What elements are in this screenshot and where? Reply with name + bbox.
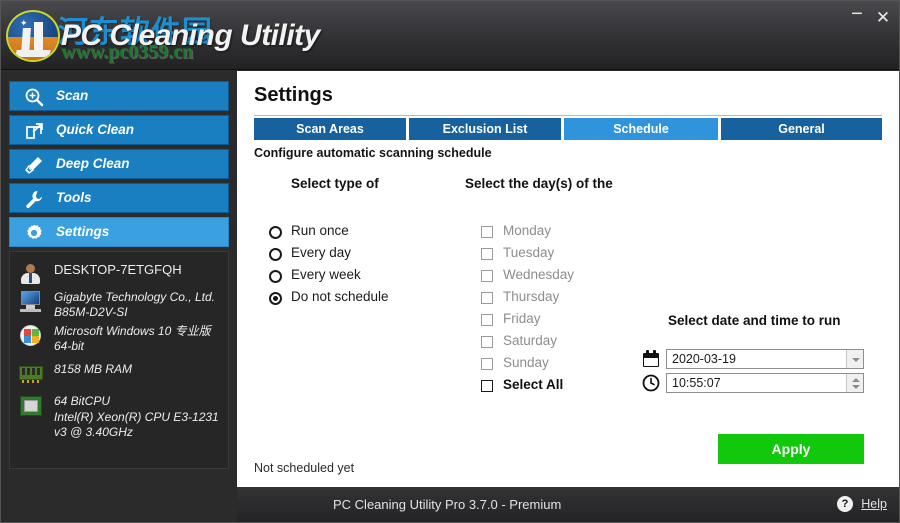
time-input[interactable]: 10:55:07 — [666, 373, 864, 393]
sidebar-item-scan[interactable]: Scan — [9, 81, 229, 111]
time-value: 10:55:07 — [672, 376, 721, 390]
date-dropdown-button[interactable] — [846, 350, 863, 368]
application-window: ✦ 河东软件园 PC Cleaning Utility www.pc0359.c… — [0, 0, 900, 523]
section-description: Configure automatic scanning schedule — [254, 146, 492, 160]
calendar-icon — [642, 350, 660, 368]
system-info-text: Gigabyte Technology Co., Ltd. B85M-D2V-S… — [54, 290, 215, 319]
sidebar-item-label: Scan — [56, 88, 89, 103]
checkbox-label: Sunday — [503, 355, 549, 370]
tab-schedule[interactable]: Schedule — [564, 118, 718, 140]
settings-tab-bar: Scan Areas Exclusion List Schedule Gener… — [254, 118, 882, 140]
radio-label: Every week — [291, 267, 361, 282]
checkbox-indicator — [481, 380, 493, 392]
sidebar-item-tools[interactable]: Tools — [9, 183, 229, 213]
wrench-icon — [24, 189, 44, 209]
radio-label: Every day — [291, 245, 352, 260]
checkbox-indicator — [481, 292, 493, 304]
datetime-heading: Select date and time to run — [668, 313, 841, 328]
sidebar-item-label: Settings — [56, 224, 110, 239]
system-info-text: 8158 MB RAM — [54, 362, 133, 376]
title-divider — [254, 115, 882, 116]
ram-icon — [18, 362, 44, 386]
radio-indicator — [269, 248, 282, 261]
date-value: 2020-03-19 — [672, 352, 736, 366]
tab-exclusion-list[interactable]: Exclusion List — [409, 118, 561, 140]
sidebar-item-label: Deep Clean — [56, 156, 130, 171]
bottom-status-bar: PC Cleaning Utility Pro 3.7.0 - Premium … — [237, 487, 899, 522]
product-version-label: PC Cleaning Utility Pro 3.7.0 - Premium — [333, 497, 562, 512]
checkbox-indicator — [481, 270, 493, 282]
system-info-text: 64 BitCPU — [54, 394, 111, 408]
user-icon — [18, 262, 44, 286]
system-info-text: DESKTOP-7ETGFQH — [54, 262, 182, 277]
system-info-text: Intel(R) Xeon(R) CPU E3-1231 v3 @ 3.40GH… — [54, 410, 219, 439]
question-circle-icon[interactable]: ? — [837, 496, 853, 512]
checkbox-label: Tuesday — [503, 245, 555, 260]
radio-label: Run once — [291, 223, 349, 238]
checkbox-indicator — [481, 248, 493, 260]
date-input[interactable]: 2020-03-19 — [666, 349, 864, 369]
system-info-panel: DESKTOP-7ETGFQH Gigabyte Technology Co.,… — [9, 251, 229, 469]
magnifier-plus-icon — [24, 87, 44, 107]
radio-indicator — [269, 226, 282, 239]
checkbox-label: Wednesday — [503, 267, 575, 282]
checkbox-label: Thursday — [503, 289, 560, 304]
checkbox-label: Select All — [503, 377, 564, 392]
days-heading: Select the day(s) of the — [465, 176, 613, 191]
radio-label: Do not schedule — [291, 289, 389, 304]
sidebar-item-label: Tools — [56, 190, 92, 205]
pc-cleaning-logo-icon: ✦ — [4, 7, 62, 65]
gear-icon — [24, 223, 44, 243]
clock-icon — [642, 374, 660, 392]
windows-icon — [18, 324, 44, 348]
main-content-panel: Settings Scan Areas Exclusion List Sched… — [237, 71, 899, 487]
cpu-icon — [18, 394, 44, 418]
help-link[interactable]: Help — [861, 497, 887, 511]
radio-indicator — [269, 292, 282, 305]
schedule-type-heading: Select type of — [291, 176, 379, 191]
checkbox-label: Saturday — [503, 333, 558, 348]
checkbox-label: Friday — [503, 311, 541, 326]
checkbox-indicator — [481, 336, 493, 348]
sidebar-item-deep-clean[interactable]: Deep Clean — [9, 149, 229, 179]
motherboard-icon — [18, 290, 44, 314]
watermark-url: www.pc0359.cn — [61, 41, 194, 63]
brush-icon — [24, 155, 44, 175]
close-button[interactable]: ✕ — [872, 7, 894, 29]
checkbox-indicator — [481, 314, 493, 326]
checkbox-indicator — [481, 358, 493, 370]
export-arrow-icon — [24, 121, 44, 141]
minimize-button[interactable]: − — [846, 4, 868, 29]
sidebar-item-label: Quick Clean — [56, 122, 135, 137]
checkbox-label: Monday — [503, 223, 552, 238]
checkbox-indicator — [481, 226, 493, 238]
system-info-text: Microsoft Windows 10 专业版 64-bit — [54, 324, 211, 353]
tab-scan-areas[interactable]: Scan Areas — [254, 118, 406, 140]
schedule-status-text: Not scheduled yet — [254, 461, 355, 475]
apply-button[interactable]: Apply — [718, 434, 864, 464]
title-bar: ✦ 河东软件园 PC Cleaning Utility www.pc0359.c… — [1, 1, 899, 70]
time-spinner-buttons[interactable] — [846, 374, 863, 392]
sidebar-item-settings[interactable]: Settings — [9, 217, 229, 247]
sidebar-item-quick-clean[interactable]: Quick Clean — [9, 115, 229, 145]
sidebar: Scan Quick Clean Deep Clean Tools Settin — [1, 71, 237, 487]
tab-general[interactable]: General — [721, 118, 882, 140]
radio-indicator — [269, 270, 282, 283]
page-title: Settings — [254, 84, 333, 106]
